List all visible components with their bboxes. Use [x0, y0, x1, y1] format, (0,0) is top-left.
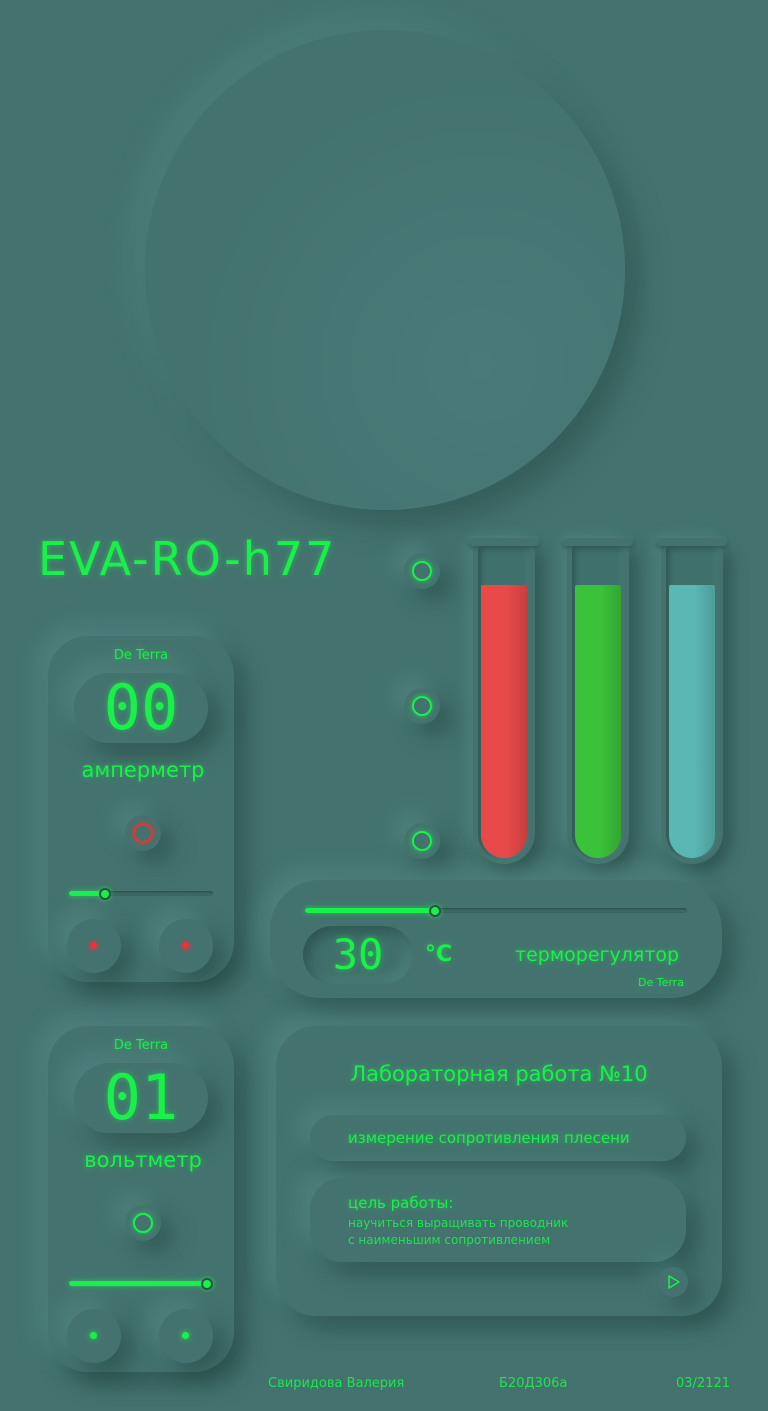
test-tube-liquid-red [481, 585, 527, 858]
tube-select-ring-3 [412, 831, 432, 851]
lab-title: Лабораторная работа №10 [350, 1062, 648, 1086]
thermostat-label: терморегулятор [515, 944, 680, 966]
tube-select-ring-1 [412, 561, 432, 581]
thermostat-unit: °C [425, 942, 453, 967]
test-tube-green [563, 538, 633, 864]
test-tube-liquid-green [575, 585, 621, 858]
test-tube-rim [657, 538, 727, 546]
thermostat-slider-thumb[interactable] [429, 905, 441, 917]
thermostat-brand: De Terra [638, 976, 684, 989]
ammeter-slider-thumb[interactable] [99, 888, 111, 900]
voltmeter-terminal-right-led [182, 1332, 189, 1339]
footer-author: Свиридова Валерия [268, 1376, 405, 1391]
voltmeter-indicator-button[interactable] [125, 1205, 161, 1241]
ammeter-terminal-right-led [182, 942, 189, 949]
thermostat-panel: 30 °C терморегулятор De Terra [270, 880, 722, 998]
test-tube-cyan [657, 538, 727, 864]
ammeter-indicator-button[interactable] [125, 815, 161, 851]
voltmeter-slider[interactable] [69, 1278, 213, 1290]
play-button[interactable] [658, 1267, 688, 1297]
ammeter-label: амперметр [81, 758, 205, 782]
ammeter-terminal-left[interactable] [67, 919, 121, 973]
ammeter-brand: De Terra [113, 648, 169, 663]
device-model-title: EVA-RO-h77 [38, 532, 337, 586]
voltmeter-slider-fill [69, 1281, 213, 1286]
voltmeter-label: вольтметр [84, 1148, 202, 1172]
voltmeter-indicator-ring [133, 1213, 153, 1233]
voltmeter-terminal-left-led [90, 1332, 97, 1339]
lab-goal-line-2: с наименьшим сопротивлением [348, 1233, 551, 1247]
ammeter-terminal-left-led [90, 942, 97, 949]
footer-date: 03/2121 [676, 1376, 731, 1391]
thermostat-value: 30 [332, 930, 384, 979]
voltmeter-terminal-left[interactable] [67, 1309, 121, 1363]
tube-select-button-2[interactable] [404, 688, 440, 724]
lab-topic: измерение сопротивления плесени [348, 1129, 630, 1147]
ammeter-value: 00 [103, 671, 179, 744]
voltmeter-brand: De Terra [113, 1038, 169, 1053]
voltmeter-slider-thumb[interactable] [201, 1278, 213, 1290]
thermostat-slider-fill [305, 908, 435, 913]
thermostat-display: 30 [303, 926, 413, 984]
test-tube-red [469, 538, 539, 864]
voltmeter-display: 01 [74, 1061, 208, 1134]
test-tube-rim [563, 538, 633, 546]
decorative-disc [145, 30, 625, 510]
play-icon [668, 1275, 680, 1289]
lab-work-panel: Лабораторная работа №10 измерение сопрот… [276, 1026, 722, 1316]
voltmeter-value: 01 [103, 1061, 179, 1134]
lab-goal-heading: цель работы: [348, 1194, 454, 1212]
lab-topic-field: измерение сопротивления плесени [310, 1115, 686, 1161]
voltmeter-terminal-right[interactable] [159, 1309, 213, 1363]
test-tube-liquid-cyan [669, 585, 715, 858]
ammeter-indicator-ring [133, 823, 153, 843]
ammeter-terminal-right[interactable] [159, 919, 213, 973]
thermostat-slider[interactable] [305, 905, 687, 917]
voltmeter-panel: De Terra 01 вольтметр [48, 1026, 234, 1372]
tube-select-ring-2 [412, 696, 432, 716]
lab-goal-field: цель работы: научиться выращивать провод… [310, 1178, 686, 1262]
ammeter-display: 00 [74, 671, 208, 744]
ammeter-panel: De Terra 00 амперметр [48, 636, 234, 982]
lab-goal-line-1: научиться выращивать проводник [348, 1216, 569, 1230]
ammeter-slider[interactable] [69, 888, 213, 900]
footer-group: Б20Д306а [499, 1376, 568, 1391]
tube-select-button-3[interactable] [404, 823, 440, 859]
test-tube-rim [469, 538, 539, 546]
tube-select-button-1[interactable] [404, 553, 440, 589]
